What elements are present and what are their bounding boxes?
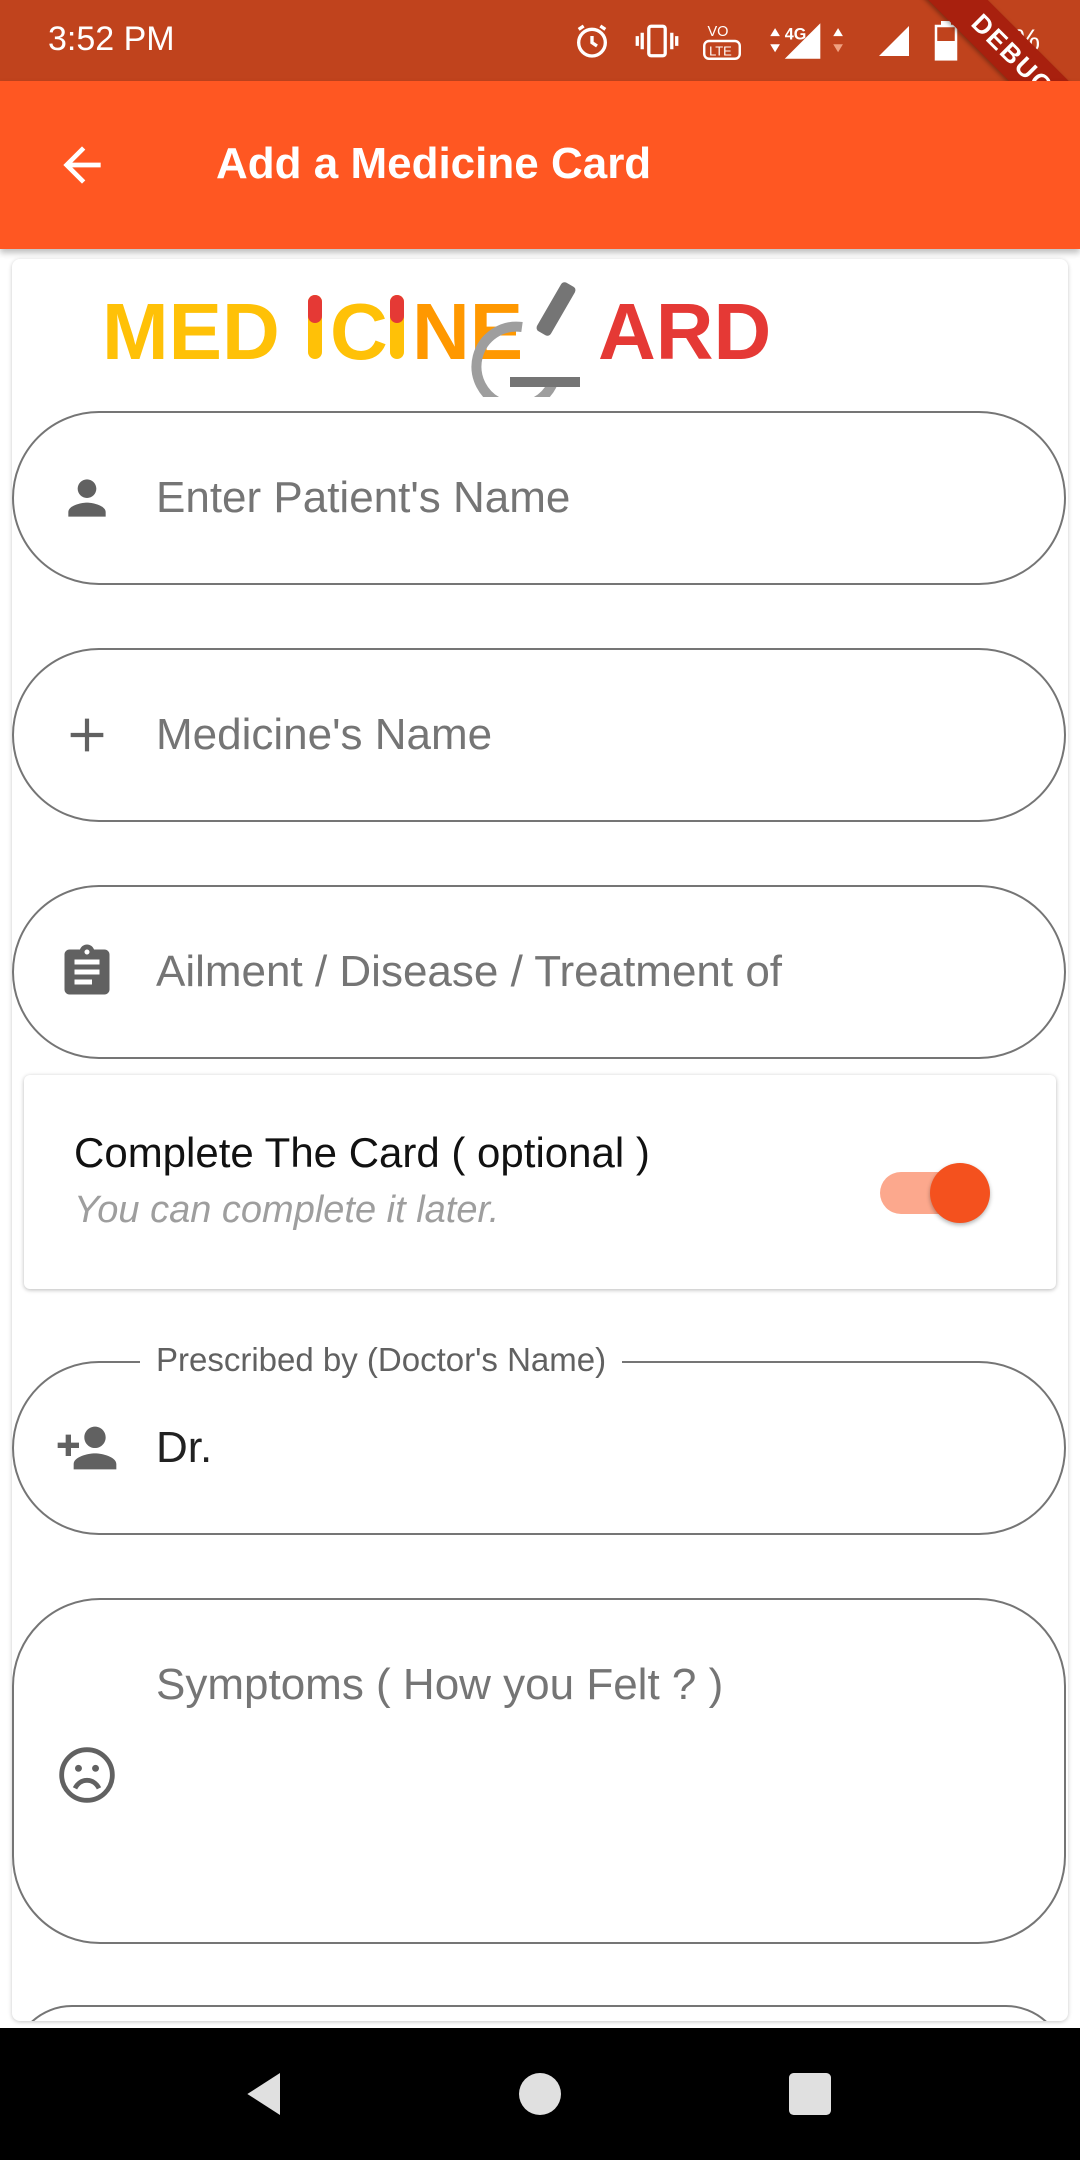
- person-icon: [52, 463, 122, 533]
- nav-home-icon: [519, 2073, 561, 2115]
- svg-text:VO: VO: [707, 24, 728, 40]
- svg-text:ARD: ARD: [598, 287, 771, 376]
- complete-card-option: Complete The Card ( optional ) You can c…: [24, 1075, 1056, 1289]
- medicine-name-placeholder: Medicine's Name: [156, 710, 493, 759]
- clipboard-icon: [52, 937, 122, 1007]
- alarm-icon: [576, 24, 607, 58]
- patient-name-placeholder: Enter Patient's Name: [156, 473, 571, 522]
- arrow-back-icon: [63, 146, 101, 184]
- complete-card-subtitle: You can complete it later.: [74, 1189, 500, 1231]
- nav-home-button[interactable]: [504, 2058, 576, 2130]
- nav-recents-button[interactable]: [774, 2058, 846, 2130]
- doctor-name-label: Prescribed by (Doctor's Name): [140, 1341, 623, 1379]
- network-4g-icon: 4G: [770, 23, 843, 59]
- medicine-card-logo: MED C NE ARD: [102, 282, 771, 397]
- ailment-input[interactable]: Ailment / Disease / Treatment of: [12, 885, 1066, 1059]
- svg-text:LTE: LTE: [709, 44, 732, 59]
- doctor-name-input[interactable]: Prescribed by (Doctor's Name) Dr.: [12, 1341, 1066, 1535]
- plus-icon: [52, 700, 122, 770]
- patient-name-input[interactable]: Enter Patient's Name: [12, 411, 1066, 585]
- symptoms-placeholder: Symptoms ( How you Felt ? ): [156, 1660, 724, 1709]
- nav-back-button[interactable]: [230, 2058, 302, 2130]
- page-title: Add a Medicine Card: [216, 139, 652, 188]
- sad-face-icon: [52, 1740, 122, 1810]
- vibrate-icon: [635, 24, 679, 58]
- complete-card-switch-thumb[interactable]: [930, 1163, 990, 1223]
- form-card: MED C NE ARD Enter Patient's Name Medici…: [12, 259, 1068, 2021]
- nav-recents-icon: [789, 2073, 831, 2115]
- status-bar: 3:52 PM VOLTE 4G 46% DEBUG: [0, 0, 1080, 159]
- svg-text:MED: MED: [102, 287, 280, 376]
- status-time: 3:52 PM: [48, 20, 175, 58]
- nav-back-icon: [247, 2073, 280, 2115]
- symptoms-input[interactable]: Symptoms ( How you Felt ? ): [12, 1598, 1066, 1944]
- svg-text:C: C: [330, 287, 388, 376]
- complete-card-title: Complete The Card ( optional ): [74, 1129, 650, 1176]
- back-button[interactable]: [44, 127, 120, 203]
- signal-icon: [878, 26, 909, 56]
- person-add-icon: [52, 1413, 122, 1483]
- app-bar: Add a Medicine Card: [0, 81, 1080, 249]
- ailment-placeholder: Ailment / Disease / Treatment of: [156, 947, 783, 996]
- medicine-name-input[interactable]: Medicine's Name: [12, 648, 1066, 822]
- doctor-name-value: Dr.: [156, 1423, 213, 1472]
- navigation-bar: [0, 2028, 1080, 2160]
- next-field-partial[interactable]: [12, 2005, 1066, 2021]
- volte-icon: VO LTE: [702, 24, 741, 60]
